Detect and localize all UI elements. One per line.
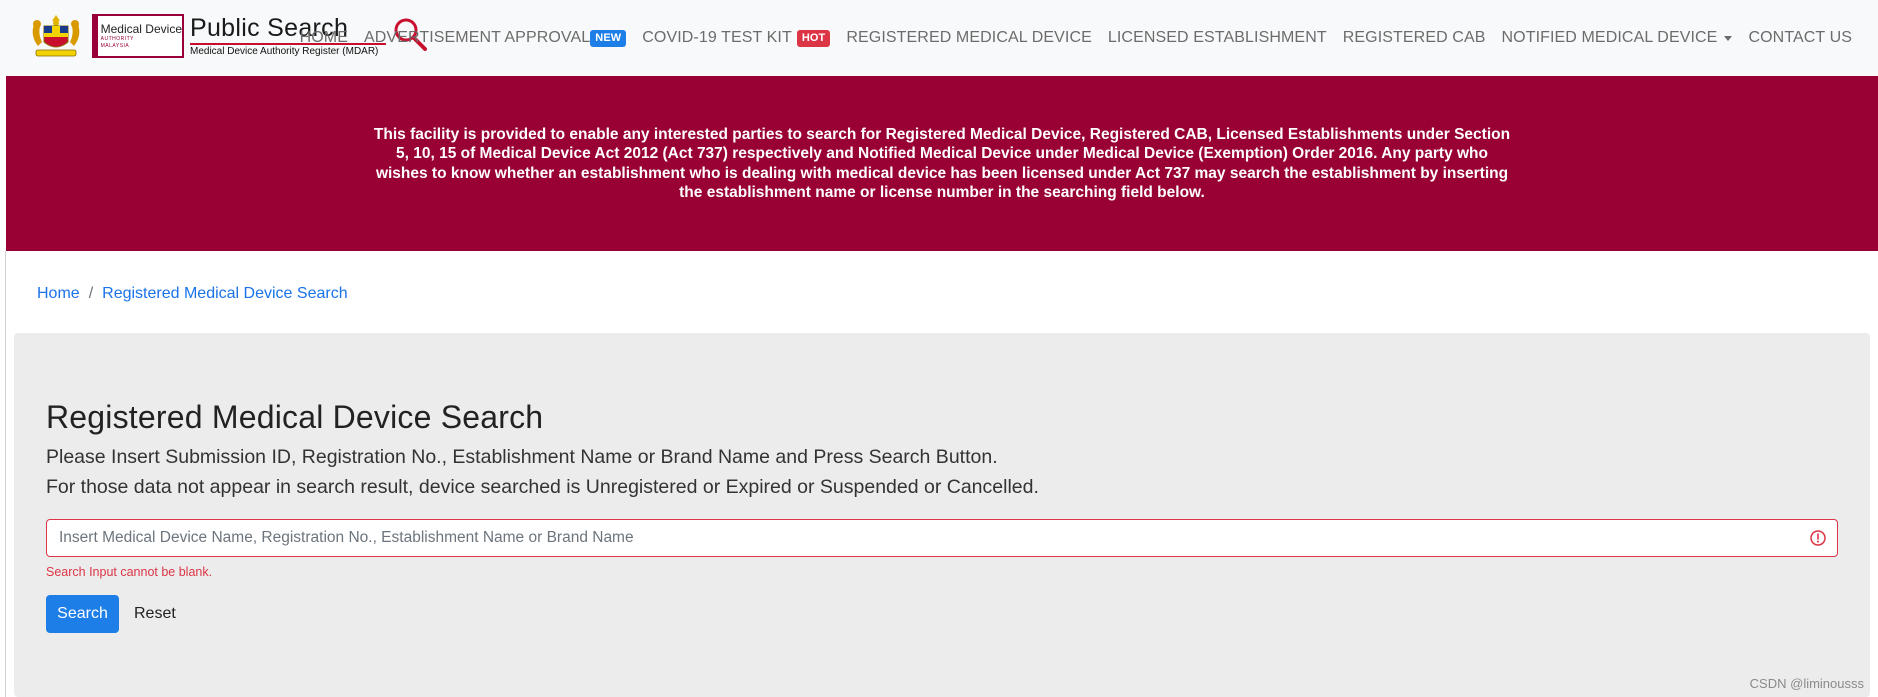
instruction-line-1: Please Insert Submission ID, Registratio… (46, 446, 998, 468)
left-divider (5, 251, 6, 697)
nav-licensed-label: LICENSED ESTABLISHMENT (1107, 29, 1327, 46)
breadcrumb-separator: / (88, 285, 94, 302)
breadcrumb-current[interactable]: Registered Medical Device Search (102, 285, 347, 303)
nav-notified-medical-device-dropdown[interactable]: NOTIFIED MEDICAL DEVICE (1502, 29, 1733, 47)
mda-logo-sub-2: MALAYSIA (100, 42, 130, 49)
nav-home-label: HOME (299, 29, 348, 46)
nav-covid-label: COVID-19 TEST KIT (642, 29, 792, 46)
nav-covid-test-kit[interactable]: COVID-19 TEST KIT HOT (642, 29, 831, 47)
nav-registered-device-label: REGISTERED MEDICAL DEVICE (846, 29, 1092, 46)
page-title: Registered Medical Device Search (46, 399, 544, 435)
nav-cab-label: REGISTERED CAB (1342, 29, 1486, 46)
hot-badge: HOT (796, 29, 831, 47)
mda-logo-text: Medical Device AUTHORITY MALAYSIA (98, 16, 182, 56)
search-button[interactable]: Search (46, 595, 119, 633)
mda-logo: Medical Device AUTHORITY MALAYSIA (92, 14, 184, 58)
nav-contact-us[interactable]: CONTACT US (1748, 29, 1852, 47)
search-input-wrapper (46, 519, 1838, 557)
breadcrumb: Home / Registered Medical Device Search (37, 285, 348, 303)
navbar: Medical Device AUTHORITY MALAYSIA Public… (0, 0, 1878, 76)
banner-text-bold: Registered Medical Device, Registered CA… (885, 125, 1403, 143)
nav-notified-label: NOTIFIED MEDICAL DEVICE (1501, 29, 1718, 46)
new-badge: NEW (590, 29, 627, 47)
nav-registered-cab[interactable]: REGISTERED CAB (1343, 29, 1486, 47)
banner-text: This facility is provided to enable any … (372, 125, 1512, 203)
nav-contact-label: CONTACT US (1748, 29, 1852, 46)
nav-advertisement-approval[interactable]: ADVERTISEMENT APPROVAL NEW (364, 29, 627, 47)
instruction-line-2: For those data not appear in search resu… (46, 476, 1039, 498)
nav-advertisement-label: ADVERTISEMENT APPROVAL (364, 29, 591, 46)
banner-text-1: This facility is provided to enable any … (373, 125, 886, 143)
watermark: CSDN @liminousss (1749, 676, 1864, 691)
search-panel: Registered Medical Device Search Please … (14, 333, 1870, 697)
coat-of-arms-icon (32, 15, 80, 57)
info-banner: This facility is provided to enable any … (6, 76, 1878, 251)
mda-logo-title: Medical Device (100, 21, 182, 36)
reset-button[interactable]: Reset (134, 595, 194, 633)
exclamation-circle-icon (1810, 530, 1826, 546)
caret-down-icon (1724, 35, 1733, 41)
search-input[interactable] (59, 520, 1789, 556)
search-error-message: Search Input cannot be blank. (46, 565, 213, 579)
nav-registered-medical-device[interactable]: REGISTERED MEDICAL DEVICE (846, 29, 1092, 47)
mda-logo-sub-1: AUTHORITY (100, 35, 135, 42)
page: Medical Device AUTHORITY MALAYSIA Public… (0, 0, 1878, 697)
nav-home[interactable]: HOME (300, 29, 348, 47)
breadcrumb-home[interactable]: Home (37, 285, 80, 303)
nav-licensed-establishment[interactable]: LICENSED ESTABLISHMENT (1108, 29, 1327, 47)
nav-links: HOME ADVERTISEMENT APPROVAL NEW COVID-19… (300, 0, 1852, 76)
